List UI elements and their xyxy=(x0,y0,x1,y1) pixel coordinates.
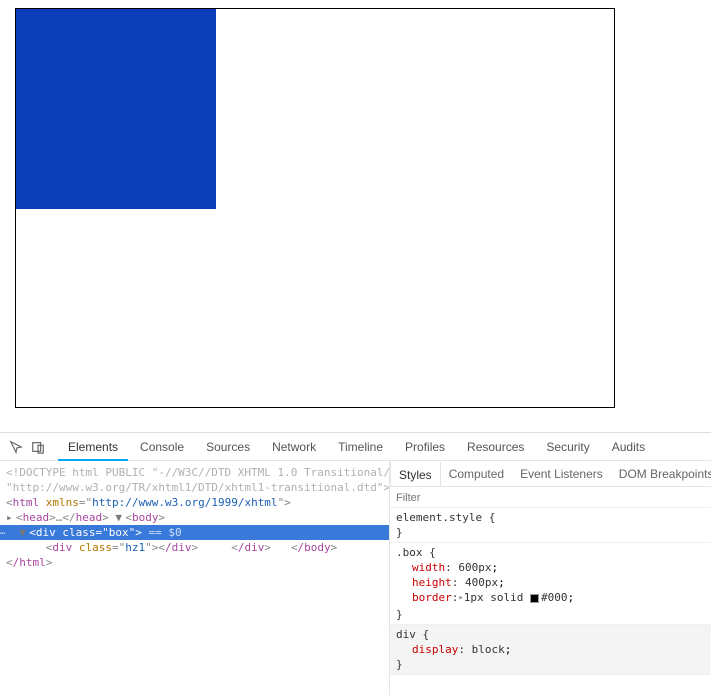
close-body-line[interactable]: </body> xyxy=(278,541,338,554)
color-swatch-icon[interactable] xyxy=(530,594,539,603)
selected-dom-node[interactable]: ⋯ ▼<div class="box"> == $0 xyxy=(0,525,389,540)
styles-filter-row xyxy=(390,487,711,508)
rendered-box xyxy=(15,8,615,408)
close-html-line[interactable]: </html> xyxy=(6,556,52,569)
tab-security[interactable]: Security xyxy=(536,433,599,461)
html-open-line[interactable]: <html xmlns="http://www.w3.org/1999/xhtm… xyxy=(6,496,291,509)
device-mode-icon[interactable] xyxy=(28,437,48,457)
tab-elements[interactable]: Elements xyxy=(58,433,128,461)
css-rules-list: element.style { } .box { width: 600px; h… xyxy=(390,508,711,695)
rule-element-style[interactable]: element.style { } xyxy=(390,508,711,543)
devtools-body: <!DOCTYPE html PUBLIC "-//W3C//DTD XHTML… xyxy=(0,461,711,695)
subtab-event-listeners[interactable]: Event Listeners xyxy=(512,461,611,487)
tab-resources[interactable]: Resources xyxy=(457,433,534,461)
child-div-line[interactable]: <div class="hz1"></div> xyxy=(6,541,198,554)
tab-timeline[interactable]: Timeline xyxy=(328,433,393,461)
styles-pane: Styles Computed Event Listeners DOM Brea… xyxy=(390,461,711,695)
subtab-styles[interactable]: Styles xyxy=(390,462,441,488)
page-viewport xyxy=(0,0,711,432)
body-open-line[interactable]: ▼<body> xyxy=(115,511,165,524)
devtools-panel: Elements Console Sources Network Timelin… xyxy=(0,432,711,695)
rule-div-ua[interactable]: div { display: block; } xyxy=(390,625,711,675)
styles-subtabs: Styles Computed Event Listeners DOM Brea… xyxy=(390,461,711,487)
subtab-computed[interactable]: Computed xyxy=(441,461,512,487)
head-line[interactable]: ▸<head>…</head> xyxy=(6,511,109,524)
subtab-dom-breakpoints[interactable]: DOM Breakpoints xyxy=(611,461,711,487)
tab-sources[interactable]: Sources xyxy=(196,433,260,461)
close-div-line[interactable]: </div> xyxy=(205,541,271,554)
tab-console[interactable]: Console xyxy=(130,433,194,461)
dom-tree-pane[interactable]: <!DOCTYPE html PUBLIC "-//W3C//DTD XHTML… xyxy=(0,461,390,695)
inspect-icon[interactable] xyxy=(6,437,26,457)
rendered-inner-box xyxy=(16,9,216,209)
doctype-line: <!DOCTYPE html PUBLIC "-//W3C//DTD XHTML… xyxy=(6,466,390,479)
tab-network[interactable]: Network xyxy=(262,433,326,461)
rule-box[interactable]: .box { width: 600px; height: 400px; bord… xyxy=(390,543,711,625)
devtools-tabbar: Elements Console Sources Network Timelin… xyxy=(0,433,711,461)
doctype-line2: "http://www.w3.org/TR/xhtml1/DTD/xhtml1-… xyxy=(6,481,390,494)
tab-profiles[interactable]: Profiles xyxy=(395,433,455,461)
tab-audits[interactable]: Audits xyxy=(602,433,655,461)
styles-filter-input[interactable] xyxy=(396,492,705,504)
